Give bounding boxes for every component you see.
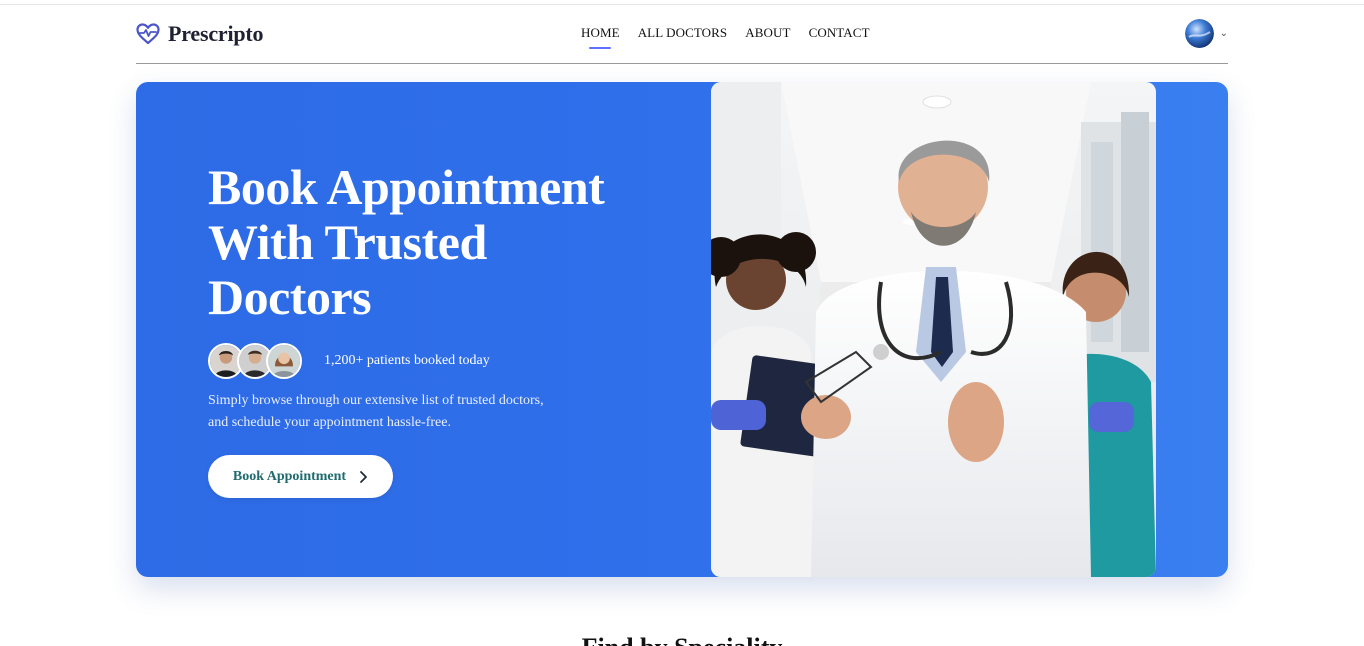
nav-contact[interactable]: CONTACT	[809, 25, 870, 41]
doctors-team-image	[711, 82, 1156, 577]
hero-title-line: Book Appointment	[208, 159, 605, 215]
patients-booked-text: 1,200+ patients booked today	[324, 353, 490, 368]
hero-description-line: and schedule your appointment hassle-fre…	[208, 415, 451, 430]
book-appointment-button[interactable]: Book Appointment	[208, 455, 393, 498]
profile-menu[interactable]: ⌄	[1184, 19, 1228, 48]
site-header: Prescripto HOME ALL DOCTORS ABOUT CONTAC…	[136, 5, 1228, 64]
hero-title-line: With Trusted	[208, 214, 487, 270]
user-avatar[interactable]	[1184, 19, 1214, 48]
hero-title-line: Doctors	[208, 269, 372, 325]
hero-banner: Book Appointment With Trusted Doctors 1,…	[136, 82, 1228, 577]
chevron-down-icon[interactable]: ⌄	[1220, 28, 1228, 39]
main-nav: HOME ALL DOCTORS ABOUT CONTACT	[581, 25, 870, 41]
hero-description: Simply browse through our extensive list…	[208, 390, 588, 434]
hero-description-line: Simply browse through our extensive list…	[208, 393, 544, 408]
nav-all-doctors[interactable]: ALL DOCTORS	[638, 25, 728, 41]
heart-pulse-icon	[136, 23, 160, 45]
hero-title: Book Appointment With Trusted Doctors	[208, 160, 668, 325]
brand-name: Prescripto	[168, 21, 264, 46]
patient-avatar	[266, 343, 302, 379]
nav-home[interactable]: HOME	[581, 25, 620, 41]
section-title-speciality: Find by Speciality	[0, 633, 1364, 646]
brand-logo[interactable]: Prescripto	[136, 21, 264, 47]
nav-about[interactable]: ABOUT	[745, 25, 790, 41]
book-appointment-label: Book Appointment	[232, 468, 347, 484]
chevron-right-icon	[360, 470, 367, 483]
social-proof: 1,200+ patients booked today	[208, 343, 490, 379]
